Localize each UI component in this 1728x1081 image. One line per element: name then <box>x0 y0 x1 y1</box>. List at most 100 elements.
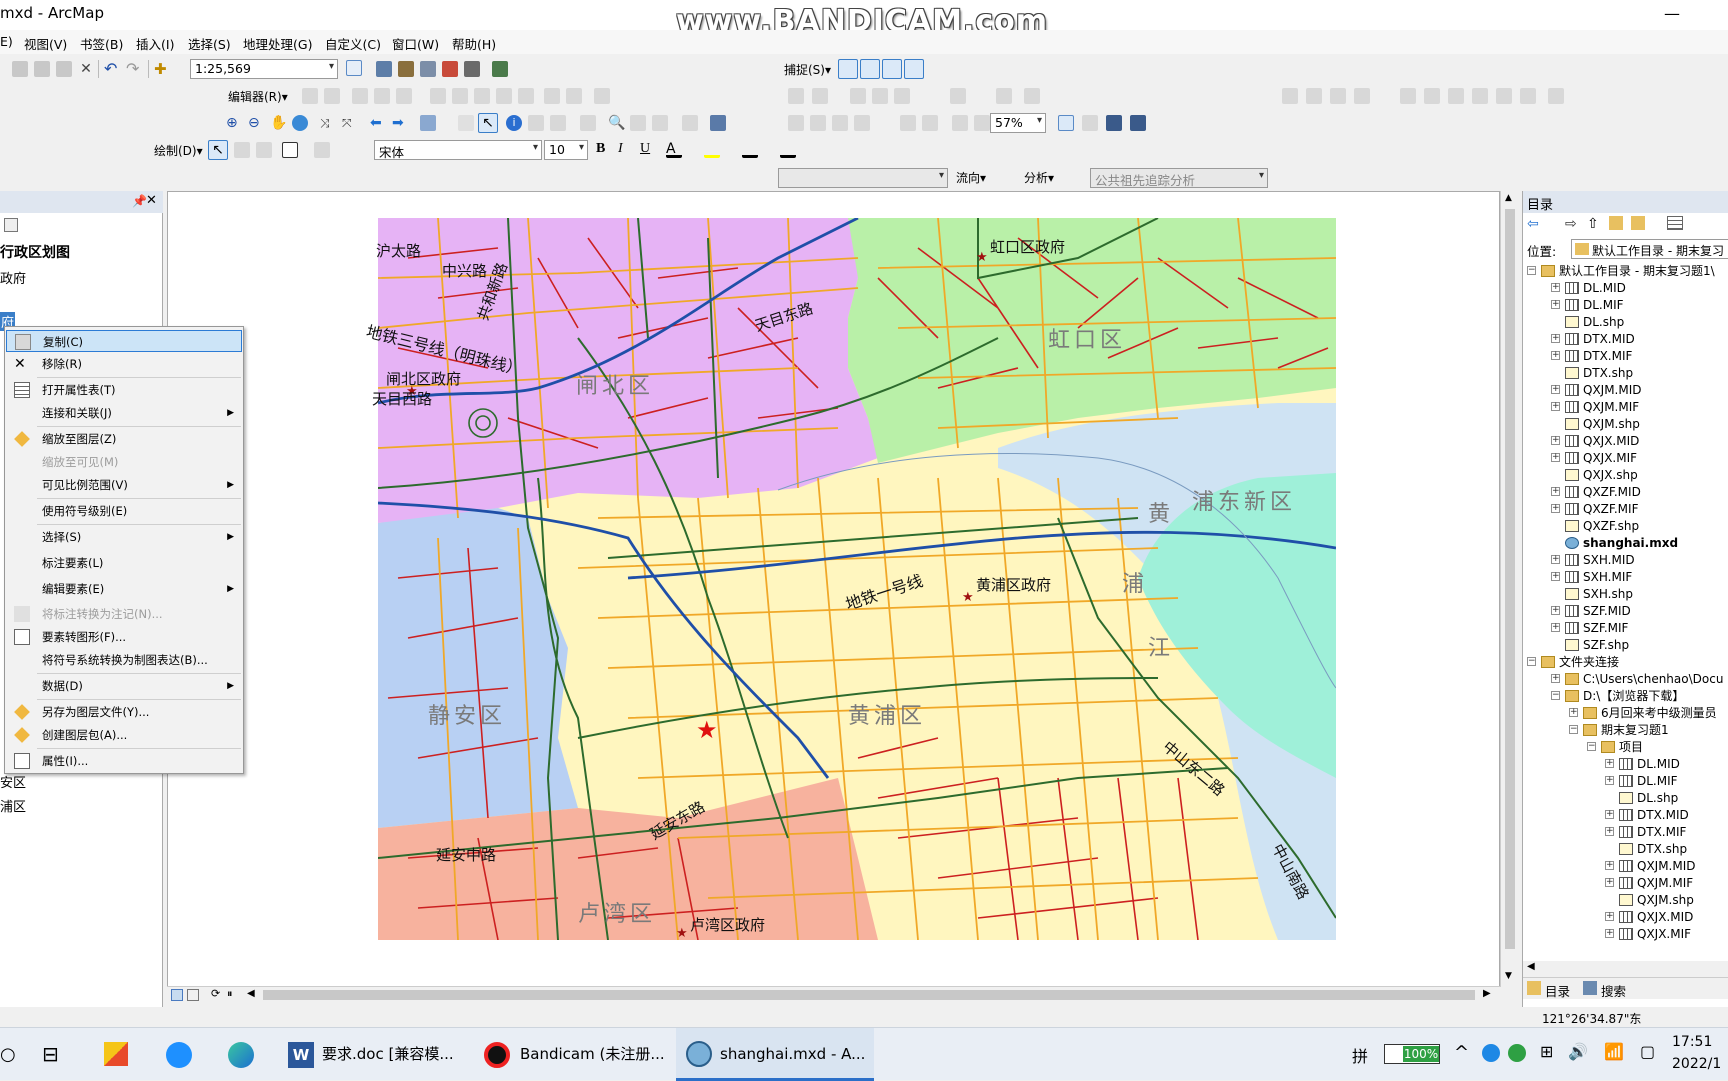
layout-2-icon[interactable] <box>810 115 826 131</box>
fixed-zoom-out-icon[interactable]: ⤧ <box>342 115 358 131</box>
expand-icon[interactable]: + <box>1605 827 1614 836</box>
catalog-project-file-item[interactable]: QXJM.shp <box>1523 892 1728 908</box>
network-globe-icon[interactable] <box>1482 1044 1500 1062</box>
catalog-project-file-item[interactable]: + DTX.MIF <box>1523 824 1728 840</box>
expand-icon[interactable]: + <box>1605 810 1614 819</box>
topology-6-icon[interactable] <box>1024 88 1040 104</box>
pin-icon[interactable]: 📌 <box>132 194 147 208</box>
menu-geoprocessing[interactable]: 地理处理(G) <box>243 34 312 53</box>
catalog-file-item[interactable]: SZF.shp <box>1523 637 1728 653</box>
forward-extent-icon[interactable]: ➡ <box>392 115 408 131</box>
snap-end-icon[interactable] <box>860 59 880 79</box>
menu-create-layer-package[interactable]: 创建图层包(A)... <box>6 724 242 746</box>
catalog-file-item[interactable]: QXZF.shp <box>1523 518 1728 534</box>
font-size-combo[interactable]: 10 ▾ <box>544 140 588 160</box>
zoom-out-icon[interactable]: ⊖ <box>248 115 264 131</box>
catalog-project-file-item[interactable]: + QXJX.MID <box>1523 909 1728 925</box>
create-features-icon[interactable] <box>594 88 610 104</box>
html-popup-icon[interactable] <box>550 115 566 131</box>
minimize-button[interactable]: — <box>1650 2 1694 28</box>
scroll-right-icon[interactable]: ▶ <box>1483 988 1491 999</box>
catalog-file-item[interactable]: shanghai.mxd <box>1523 535 1728 551</box>
location-input[interactable]: 默认工作目录 - 期末复习 <box>1571 239 1728 259</box>
change-layout-icon[interactable] <box>1106 115 1122 131</box>
menu-bookmarks[interactable]: 书签(B) <box>80 34 123 53</box>
network-combo[interactable]: ▾ <box>778 168 948 188</box>
catalog-file-item[interactable]: + DTX.MIF <box>1523 348 1728 364</box>
catalog-folder-item[interactable]: +6月回来考中级测量员 <box>1523 705 1728 721</box>
font-name-combo[interactable]: 宋体 ▾ <box>374 140 542 160</box>
rotate-icon[interactable] <box>518 88 534 104</box>
catalog-root-folder[interactable]: − 默认工作目录 - 期末复习题1\ <box>1523 263 1728 279</box>
map-horizontal-scrollbar[interactable]: ⟳ ⏸ ◀ ▶ <box>167 986 1500 1004</box>
add-data-icon[interactable]: ✚ <box>154 61 170 77</box>
font-color-icon[interactable]: A <box>666 142 682 158</box>
georef-8-icon[interactable] <box>1472 88 1488 104</box>
snap-edge-icon[interactable] <box>904 59 924 79</box>
catalog-folder-item[interactable]: − 期末复习题1 <box>1523 722 1728 738</box>
collapse-icon[interactable]: − <box>1551 691 1560 700</box>
goto-xy-icon[interactable] <box>652 115 668 131</box>
expand-icon[interactable]: + <box>1551 623 1560 632</box>
catalog-hscroll[interactable]: ◀ <box>1523 961 1728 977</box>
topology-1-icon[interactable] <box>850 88 866 104</box>
scroll-left-icon[interactable]: ◀ <box>1527 961 1535 972</box>
trace-task-combo[interactable]: 公共祖先追踪分析 ▾ <box>1090 168 1268 188</box>
expand-icon[interactable]: + <box>1605 776 1614 785</box>
catalog-file-item[interactable]: + DL.MID <box>1523 280 1728 296</box>
menu-selection-sub[interactable]: 选择(S) ▶ <box>6 526 242 548</box>
wifi-icon[interactable]: 📶 <box>1604 1042 1624 1061</box>
taskbar-word[interactable]: W 要求.doc [兼容模... <box>280 1028 466 1081</box>
find-icon[interactable]: 🔍 <box>608 115 625 131</box>
toc-window-icon[interactable] <box>376 61 392 77</box>
expand-icon[interactable]: + <box>1551 300 1560 309</box>
redo-icon[interactable]: ↷ <box>126 61 142 77</box>
volume-icon[interactable]: 🔊 <box>1568 1042 1588 1061</box>
draw-menu-label[interactable]: 绘制(D)▾ <box>154 142 203 159</box>
search-window-icon[interactable] <box>420 61 436 77</box>
editor-menu-label[interactable]: 编辑器(R)▾ <box>228 88 288 105</box>
cut-polygons-icon[interactable] <box>474 88 490 104</box>
catalog-connection-item[interactable]: − D:\【浏览器下载】 <box>1523 688 1728 704</box>
list-by-drawing-order-icon[interactable] <box>4 218 18 232</box>
catalog-project-file-item[interactable]: + QXJX.MIF <box>1523 926 1728 942</box>
collapse-icon[interactable]: − <box>1527 266 1536 275</box>
pause-icon[interactable]: ⏸ <box>227 987 233 1001</box>
focus-frame-icon[interactable] <box>1082 115 1098 131</box>
select-features-icon[interactable] <box>420 115 436 131</box>
taskbar-bandicam[interactable]: Bandicam (未注册... <box>476 1028 666 1081</box>
catalog-file-item[interactable]: + QXZF.MID <box>1523 484 1728 500</box>
menu-visible-scale-range[interactable]: 可见比例范围(V) ▶ <box>6 474 242 496</box>
expand-icon[interactable]: + <box>1551 453 1560 462</box>
catalog-file-item[interactable]: + DL.MIF <box>1523 297 1728 313</box>
cut-icon[interactable] <box>12 61 28 77</box>
bold-button[interactable]: B <box>596 141 605 157</box>
select-elements-icon[interactable]: ↖ <box>478 113 498 133</box>
expand-icon[interactable]: + <box>1551 334 1560 343</box>
underline-button[interactable]: U <box>640 141 650 157</box>
expand-icon[interactable]: + <box>1605 861 1614 870</box>
data-driven-icon[interactable] <box>1130 115 1146 131</box>
refresh-icon[interactable]: ⟳ <box>211 987 220 1000</box>
rotate-element-icon[interactable] <box>234 142 250 158</box>
toc-layer-puqu[interactable]: 浦区 <box>0 796 26 815</box>
full-extent-icon[interactable] <box>292 115 308 131</box>
catalog-tab[interactable]: 目录 <box>1545 981 1570 1000</box>
expand-icon[interactable]: + <box>1551 674 1560 683</box>
menu-open-attribute-table[interactable]: 打开属性表(T) <box>6 379 242 401</box>
catalog-connection-item[interactable]: + C:\Users\chenhao\Docu <box>1523 671 1728 687</box>
georef-10-icon[interactable] <box>1520 88 1536 104</box>
georef-9-icon[interactable] <box>1496 88 1512 104</box>
catalog-project-file-item[interactable]: + QXJM.MID <box>1523 858 1728 874</box>
topology-4-icon[interactable] <box>950 88 966 104</box>
menu-data-sub[interactable]: 数据(D) ▶ <box>6 675 242 697</box>
snap-vertex-icon[interactable] <box>882 59 902 79</box>
menu-customize[interactable]: 自定义(C) <box>325 34 381 53</box>
italic-button[interactable]: I <box>618 141 623 157</box>
back-icon[interactable]: ⇦ <box>1527 216 1539 232</box>
back-extent-icon[interactable]: ⬅ <box>370 115 386 131</box>
arctoolbox-icon[interactable] <box>442 61 458 77</box>
edit-annotation-icon[interactable] <box>324 88 340 104</box>
georef-5-icon[interactable] <box>1400 88 1416 104</box>
delete-icon[interactable]: ✕ <box>78 61 94 77</box>
